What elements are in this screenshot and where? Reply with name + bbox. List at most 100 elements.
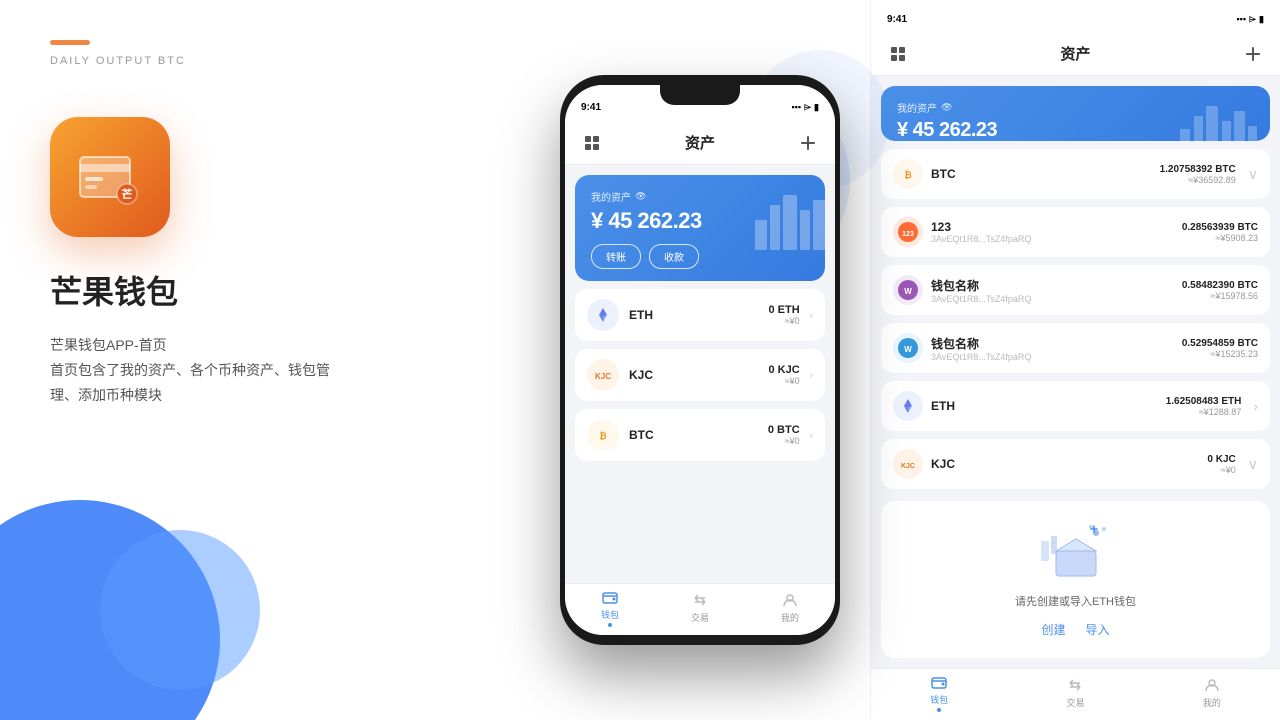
right-eth-amount-col: 1.62508483 ETH ≈¥1288.87 (1166, 396, 1242, 417)
right-wallet1-addr: 3AvEQt1R8...TsZ4fpaRQ (931, 294, 1174, 304)
btc-name: BTC (629, 428, 758, 442)
right-card-skyline (1172, 94, 1262, 141)
right-eth-row[interactable]: ETH 1.62508483 ETH ≈¥1288.87 › (881, 381, 1270, 431)
btc-amount: 0 BTC (768, 424, 800, 436)
app-desc: 芒果钱包APP-首页 首页包含了我的资产、各个币种资产、钱包管 理、添加币种模块 (50, 333, 480, 409)
svg-text:KJC: KJC (901, 463, 915, 470)
right-navbar: 资产 (871, 32, 1280, 76)
right-tab-wallet-label: 钱包 (930, 693, 948, 706)
desc-line1: 芒果钱包APP-首页 (50, 337, 167, 353)
right-123-row[interactable]: 123 123 3AvEQt1R8...TsZ4fpaRQ 0.28563939… (881, 207, 1270, 257)
brand-subtitle: DAILY OUTPUT BTC (50, 55, 480, 67)
right-nav-title: 资产 (1060, 43, 1090, 64)
right-kjc-name-col: KJC (931, 457, 1199, 471)
right-wallet1-name-col: 钱包名称 3AvEQt1R8...TsZ4fpaRQ (931, 277, 1174, 304)
right-kjc-chevron: ∨ (1248, 456, 1258, 473)
eth-create-link[interactable]: 创建 (1041, 621, 1065, 638)
phone-eth-row[interactable]: ETH 0 ETH ≈¥0 › (575, 289, 825, 341)
right-eth-fiat: ≈¥1288.87 (1166, 407, 1242, 417)
right-tab-mine[interactable]: 我的 (1144, 676, 1280, 709)
right-123-crypto: 0.28563939 BTC (1182, 222, 1258, 233)
right-tab-mine-label: 我的 (1203, 696, 1221, 709)
btc-name-col: BTC (629, 428, 758, 442)
right-wallet2-addr: 3AvEQt1R8...TsZ4fpaRQ (931, 352, 1174, 362)
svg-text:123: 123 (902, 231, 914, 238)
right-tab-exchange[interactable]: 交易 (1007, 676, 1143, 709)
phone-screen: 9:41 ▪▪▪ ⌲ ▮ 资产 (565, 85, 835, 635)
right-eth-icon (893, 391, 923, 421)
right-wallet1-crypto: 0.58482390 BTC (1182, 280, 1258, 291)
eth-icon (587, 299, 619, 331)
phone-tab-wallet-label: 钱包 (601, 608, 619, 621)
svg-text:₿: ₿ (599, 431, 606, 441)
right-nav-add-icon[interactable] (1242, 43, 1264, 65)
right-btc-icon: ₿ (893, 159, 923, 189)
right-123-addr: 3AvEQt1R8...TsZ4fpaRQ (931, 234, 1174, 244)
right-tab-wallet[interactable]: 钱包 (871, 673, 1007, 712)
right-asset-card: 我的资产 👁 ¥ 45 262.23 转账 收款 (881, 86, 1270, 141)
right-btc-crypto: 1.20758392 BTC (1160, 164, 1236, 175)
right-wallet2-fiat: ≈¥15235.23 (1182, 349, 1258, 359)
phone-asset-card: 我的资产 👁 ¥ 45 262.23 转账 收款 (575, 175, 825, 281)
phone-kjc-row[interactable]: KJC KJC 0 KJC ≈¥0 › (575, 349, 825, 401)
blue-blob2-decoration (100, 530, 260, 690)
eth-name: ETH (629, 308, 758, 322)
right-eth-chevron: › (1253, 398, 1258, 414)
right-kjc-amount-col: 0 KJC ≈¥0 (1207, 454, 1235, 475)
left-panel: DAILY OUTPUT BTC 芒 芒果钱包 芒果钱包APP-首页 首页包含了… (0, 0, 530, 720)
svg-text:芒: 芒 (122, 187, 133, 201)
right-tabbar: 钱包 交易 我的 (871, 668, 1280, 720)
right-btc-chevron: ∨ (1248, 166, 1258, 183)
phone-notch (660, 85, 740, 105)
tab-active-dot (608, 623, 612, 627)
phone-mockup: 9:41 ▪▪▪ ⌲ ▮ 资产 (530, 0, 870, 720)
right-123-icon: 123 (893, 217, 923, 247)
app-icon-wrapper: 芒 (50, 117, 480, 237)
right-content: 我的资产 👁 ¥ 45 262.23 转账 收款 ₿ BTC 1.2075839… (871, 76, 1280, 668)
phone-transfer-button[interactable]: 转账 (591, 244, 641, 269)
svg-text:W: W (904, 345, 912, 354)
app-name: 芒果钱包 (50, 267, 480, 313)
desc-line3: 理、添加币种模块 (50, 387, 162, 403)
wifi-icon: ⌲ (804, 102, 811, 113)
eth-amount: 0 ETH (768, 304, 799, 316)
eye-icon: 👁 (635, 191, 646, 202)
svg-text:KJC: KJC (595, 372, 611, 381)
phone-receive-button[interactable]: 收款 (649, 244, 699, 269)
phone-nav-grid-icon[interactable] (581, 132, 603, 154)
right-wallet1-row[interactable]: W 钱包名称 3AvEQt1R8...TsZ4fpaRQ 0.58482390 … (881, 265, 1270, 315)
battery-icon: ▮ (814, 102, 819, 113)
kjc-amount-col: 0 KJC ≈¥0 (768, 364, 799, 386)
right-nav-grid-icon[interactable] (887, 43, 909, 65)
phone-tab-mine[interactable]: 我的 (745, 591, 835, 624)
right-wallet2-amount-col: 0.52954859 BTC ≈¥15235.23 (1182, 338, 1258, 359)
right-eye-icon: 👁 (941, 102, 952, 113)
eth-amount-col: 0 ETH ≈¥0 (768, 304, 799, 326)
eth-name-col: ETH (629, 308, 758, 322)
right-123-fiat: ≈¥5908.23 (1182, 233, 1258, 243)
right-status-icons: ▪▪▪ ⌲ ▮ (1236, 14, 1264, 25)
eth-import-link[interactable]: 导入 (1086, 621, 1110, 638)
phone-nav-title: 资产 (685, 132, 715, 153)
phone-btc-row[interactable]: ₿ BTC 0 BTC ≈¥0 › (575, 409, 825, 461)
kjc-arrow-icon: › (810, 370, 813, 381)
right-wallet2-row[interactable]: W 钱包名称 3AvEQt1R8...TsZ4fpaRQ 0.52954859 … (881, 323, 1270, 373)
kjc-amount: 0 KJC (768, 364, 799, 376)
phone-tab-wallet[interactable]: 钱包 (565, 588, 655, 627)
right-signal-icon: ▪▪▪ (1236, 14, 1246, 24)
app-logo-icon: 芒 (75, 142, 145, 212)
right-kjc-row[interactable]: KJC KJC 0 KJC ≈¥0 ∨ (881, 439, 1270, 489)
right-wallet2-name-col: 钱包名称 3AvEQt1R8...TsZ4fpaRQ (931, 335, 1174, 362)
right-kjc-crypto: 0 KJC (1207, 454, 1235, 465)
right-wallet1-name: 钱包名称 (931, 277, 1174, 294)
right-kjc-name: KJC (931, 457, 1199, 471)
phone-nav-add-icon[interactable] (797, 132, 819, 154)
svg-text:W: W (904, 287, 912, 296)
phone-time: 9:41 (581, 102, 601, 113)
right-btc-row[interactable]: ₿ BTC 1.20758392 BTC ≈¥36592.89 ∨ (881, 149, 1270, 199)
right-eth-name-col: ETH (931, 399, 1158, 413)
phone-tab-exchange[interactable]: 交易 (655, 591, 745, 624)
phone-device: 9:41 ▪▪▪ ⌲ ▮ 资产 (560, 75, 840, 645)
eth-create-svg (1036, 521, 1116, 581)
eth-wallet-illustration (1036, 521, 1116, 581)
